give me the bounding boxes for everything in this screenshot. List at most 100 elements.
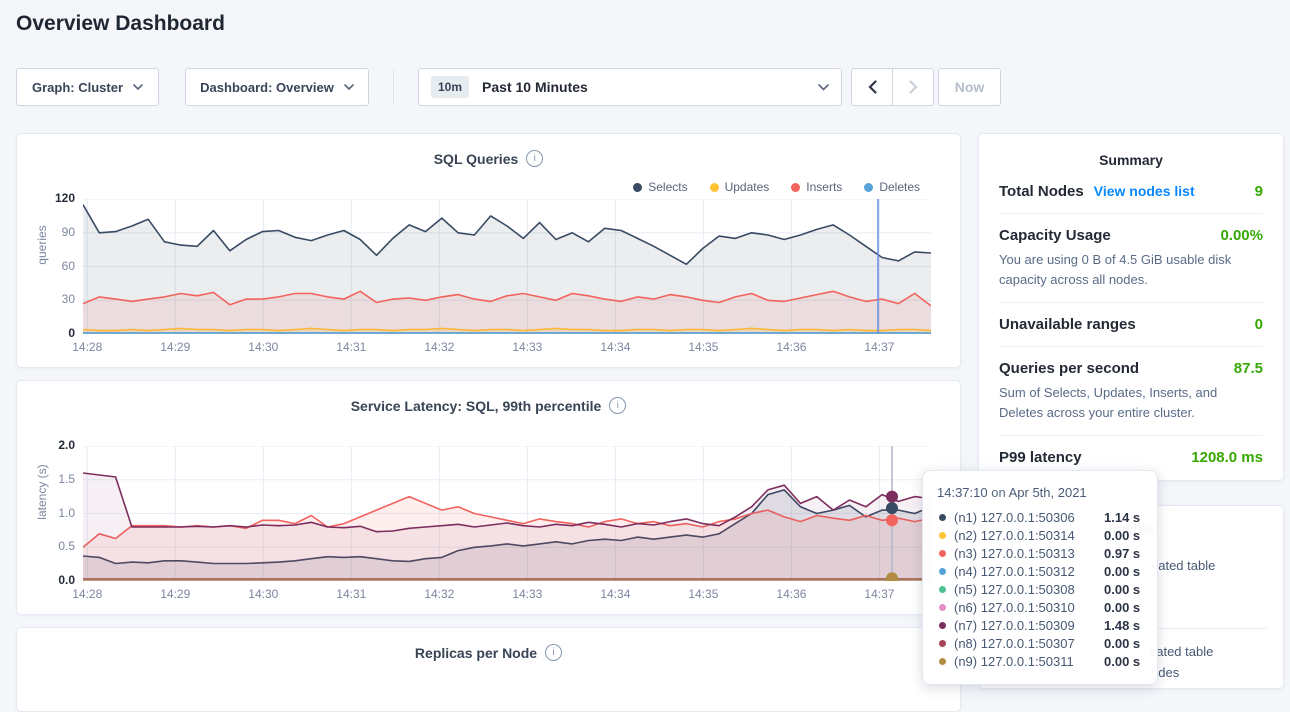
x-axis-tick: 14:29: [153, 587, 197, 601]
legend-label: Updates: [725, 180, 770, 194]
summary-title: Summary: [979, 152, 1283, 168]
x-axis-tick: 14:35: [681, 587, 725, 601]
service-latency-plot[interactable]: 0.00.51.01.52.014:2814:2914:3014:3114:32…: [83, 446, 931, 581]
y-axis-label: latency (s): [35, 447, 49, 537]
time-nav-group: [851, 68, 934, 106]
info-icon[interactable]: [609, 397, 626, 414]
x-axis-tick: 14:37: [857, 340, 901, 354]
y-axis-tick: 1.5: [39, 472, 75, 486]
series-dot-icon: [939, 514, 946, 521]
legend-label: Inserts: [806, 180, 842, 194]
time-range-badge: 10m: [431, 76, 469, 98]
tooltip-node-value: 0.00 s: [1104, 600, 1140, 615]
sql-queries-plot[interactable]: 030609012014:2814:2914:3014:3114:3214:33…: [83, 199, 931, 334]
time-range-selector[interactable]: 10m Past 10 Minutes: [418, 68, 842, 106]
series-dot-icon: [939, 532, 946, 539]
page-title: Overview Dashboard: [16, 12, 225, 36]
summary-row: Queries per second87.5Sum of Selects, Up…: [999, 347, 1263, 436]
x-axis-tick: 14:31: [329, 587, 373, 601]
tooltip-node-value: 1.48 s: [1104, 618, 1140, 633]
chevron-down-icon: [133, 84, 143, 90]
tooltip-rows: (n1) 127.0.0.1:503061.14 s(n2) 127.0.0.1…: [937, 508, 1143, 670]
controls-divider: [393, 70, 394, 104]
tooltip-row: (n3) 127.0.0.1:503130.97 s: [937, 544, 1143, 562]
tooltip-row: (n5) 127.0.0.1:503080.00 s: [937, 580, 1143, 598]
y-axis-label: queries: [35, 200, 49, 290]
summary-row-value: 87.5: [1234, 360, 1263, 377]
info-icon[interactable]: [526, 150, 543, 167]
summary-card: Summary Total Nodes View nodes list 9 Capac…: [978, 133, 1284, 481]
sql-legend: Selects Updates Inserts Deletes: [633, 180, 920, 194]
tooltip-row: (n6) 127.0.0.1:503100.00 s: [937, 598, 1143, 616]
graph-dropdown[interactable]: Graph: Cluster: [16, 68, 159, 106]
tooltip-row: (n4) 127.0.0.1:503120.00 s: [937, 562, 1143, 580]
x-axis-tick: 14:28: [65, 587, 109, 601]
info-icon[interactable]: [545, 644, 562, 661]
legend-item-deletes[interactable]: Deletes: [864, 180, 920, 194]
summary-row-label: Queries per second: [999, 360, 1139, 377]
x-axis-tick: 14:29: [153, 340, 197, 354]
series-dot-icon: [939, 586, 946, 593]
series-dot-icon: [939, 658, 946, 665]
tooltip-node-label: (n6) 127.0.0.1:50310: [954, 600, 1104, 615]
chevron-left-icon: [868, 80, 877, 94]
tooltip-node-value: 0.97 s: [1104, 546, 1140, 561]
chart-title: Replicas per Node: [415, 645, 537, 661]
chevron-down-icon: [344, 84, 354, 90]
x-axis-tick: 14:28: [65, 340, 109, 354]
chevron-right-icon: [909, 80, 918, 94]
series-dot-icon: [939, 568, 946, 575]
summary-row: Capacity Usage0.00%You are using 0 B of …: [999, 214, 1263, 303]
tooltip-node-value: 0.00 s: [1104, 582, 1140, 597]
legend-dot-icon: [791, 183, 800, 192]
x-axis-tick: 14:34: [593, 587, 637, 601]
service-latency-card: Service Latency: SQL, 99th percentile la…: [16, 380, 961, 615]
y-axis-tick: 0.0: [39, 573, 75, 587]
summary-row-value: 1208.0 ms: [1191, 449, 1263, 466]
legend-item-inserts[interactable]: Inserts: [791, 180, 842, 194]
summary-row-label: Capacity Usage: [999, 227, 1111, 244]
sql-queries-card: SQL Queries SelectsUpdatesInsertsDeletes…: [16, 133, 961, 368]
tooltip-node-value: 1.14 s: [1104, 510, 1140, 525]
x-axis-tick: 14:33: [505, 340, 549, 354]
time-range-label: Past 10 Minutes: [482, 79, 588, 95]
legend-dot-icon: [864, 183, 873, 192]
summary-row-label: P99 latency: [999, 449, 1082, 466]
chart-title: Service Latency: SQL, 99th percentile: [351, 398, 602, 414]
summary-row-value: 9: [1255, 183, 1263, 200]
y-axis-tick: 2.0: [39, 438, 75, 452]
summary-row-label: Unavailable ranges: [999, 316, 1136, 333]
view-nodes-link[interactable]: View nodes list: [1094, 183, 1195, 199]
time-prev-button[interactable]: [852, 69, 892, 105]
dashboard-dropdown[interactable]: Dashboard: Overview: [185, 68, 369, 106]
time-next-button[interactable]: [892, 69, 933, 105]
legend-item-selects[interactable]: Selects: [633, 180, 687, 194]
tooltip-row: (n9) 127.0.0.1:503110.00 s: [937, 652, 1143, 670]
summary-row-description: You are using 0 B of 4.5 GiB usable disk…: [999, 250, 1263, 289]
tooltip-row: (n2) 127.0.0.1:503140.00 s: [937, 526, 1143, 544]
series-dot-icon: [939, 550, 946, 557]
legend-item-updates[interactable]: Updates: [710, 180, 770, 194]
y-axis-tick: 0: [39, 326, 75, 340]
tooltip-node-label: (n1) 127.0.0.1:50306: [954, 510, 1104, 525]
tooltip-node-label: (n5) 127.0.0.1:50308: [954, 582, 1104, 597]
summary-rows: Total Nodes View nodes list 9 Capacity Usag…: [979, 170, 1283, 479]
x-axis-tick: 14:33: [505, 587, 549, 601]
y-axis-tick: 90: [39, 225, 75, 239]
tooltip-node-value: 0.00 s: [1104, 564, 1140, 579]
summary-row-label: Total Nodes: [999, 183, 1084, 200]
series-dot-icon: [939, 622, 946, 629]
x-axis-tick: 14:35: [681, 340, 725, 354]
tooltip-node-label: (n9) 127.0.0.1:50311: [954, 654, 1104, 669]
legend-dot-icon: [633, 183, 642, 192]
chart-hover-tooltip: 14:37:10 on Apr 5th, 2021 (n1) 127.0.0.1…: [922, 470, 1158, 685]
x-axis-tick: 14:32: [417, 340, 461, 354]
x-axis-tick: 14:36: [769, 587, 813, 601]
tooltip-node-value: 0.00 s: [1104, 528, 1140, 543]
y-axis-tick: 30: [39, 292, 75, 306]
legend-dot-icon: [710, 183, 719, 192]
now-button[interactable]: Now: [938, 68, 1001, 106]
x-axis-tick: 14:30: [241, 340, 285, 354]
tooltip-node-label: (n8) 127.0.0.1:50307: [954, 636, 1104, 651]
tooltip-node-label: (n7) 127.0.0.1:50309: [954, 618, 1104, 633]
